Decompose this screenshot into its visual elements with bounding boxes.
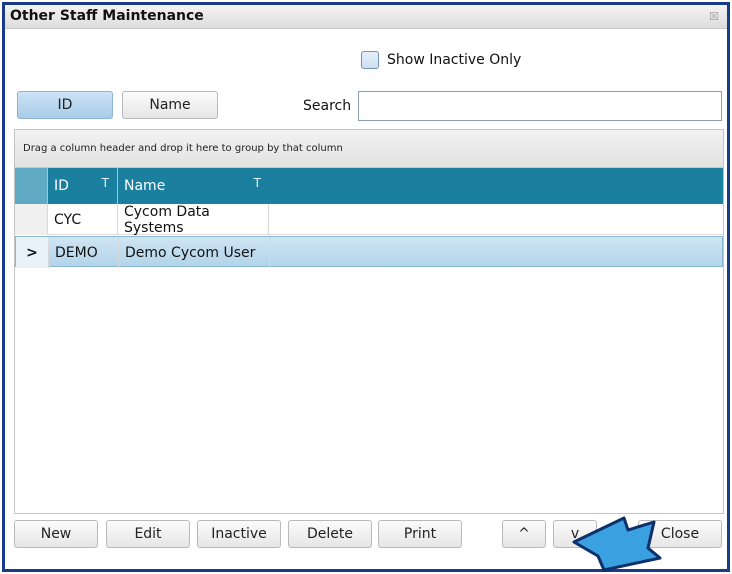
delete-button[interactable]: Delete: [288, 520, 372, 548]
window-title: Other Staff Maintenance: [10, 8, 204, 24]
table-row-selected[interactable]: > DEMO Demo Cycom User: [15, 236, 723, 268]
staff-maintenance-window: Other Staff Maintenance ☒ Show Inactive …: [2, 2, 730, 572]
column-header-id[interactable]: ID T: [47, 168, 117, 204]
title-bar: Other Staff Maintenance ☒: [5, 5, 727, 29]
cell-name[interactable]: Cycom Data Systems: [117, 204, 269, 236]
column-header-name-label: Name: [124, 178, 166, 194]
row-indicator: [15, 204, 47, 235]
print-button[interactable]: Print: [378, 520, 462, 548]
id-filter-icon[interactable]: T: [102, 176, 109, 190]
group-by-hint: Drag a column header and drop it here to…: [23, 143, 343, 154]
name-toggle-button[interactable]: Name: [122, 91, 218, 119]
column-header-id-label: ID: [54, 178, 69, 194]
cell-name[interactable]: Demo Cycom User: [118, 237, 270, 268]
row-indicator-header: [15, 168, 47, 204]
name-filter-icon[interactable]: T: [254, 176, 261, 190]
pointer-arrow-icon: [572, 516, 662, 572]
new-button[interactable]: New: [14, 520, 98, 548]
search-input[interactable]: [358, 91, 722, 121]
inactive-button[interactable]: Inactive: [197, 520, 281, 548]
show-inactive-checkbox[interactable]: [361, 51, 379, 69]
show-inactive-label: Show Inactive Only: [387, 52, 522, 68]
column-header-name[interactable]: Name T: [117, 168, 269, 204]
cell-id[interactable]: DEMO: [48, 237, 118, 268]
grid-header-row: ID T Name T: [15, 168, 723, 204]
search-label: Search: [303, 98, 352, 114]
id-toggle-button[interactable]: ID: [17, 91, 113, 119]
move-up-button[interactable]: ^: [502, 520, 546, 548]
current-row-chevron-icon: >: [16, 237, 48, 268]
edit-button[interactable]: Edit: [106, 520, 190, 548]
group-by-panel[interactable]: Drag a column header and drop it here to…: [15, 130, 723, 168]
table-row[interactable]: CYC Cycom Data Systems: [15, 204, 723, 236]
staff-grid: Drag a column header and drop it here to…: [14, 129, 724, 514]
cell-id[interactable]: CYC: [47, 204, 117, 235]
window-close-icon[interactable]: ☒: [709, 10, 719, 23]
